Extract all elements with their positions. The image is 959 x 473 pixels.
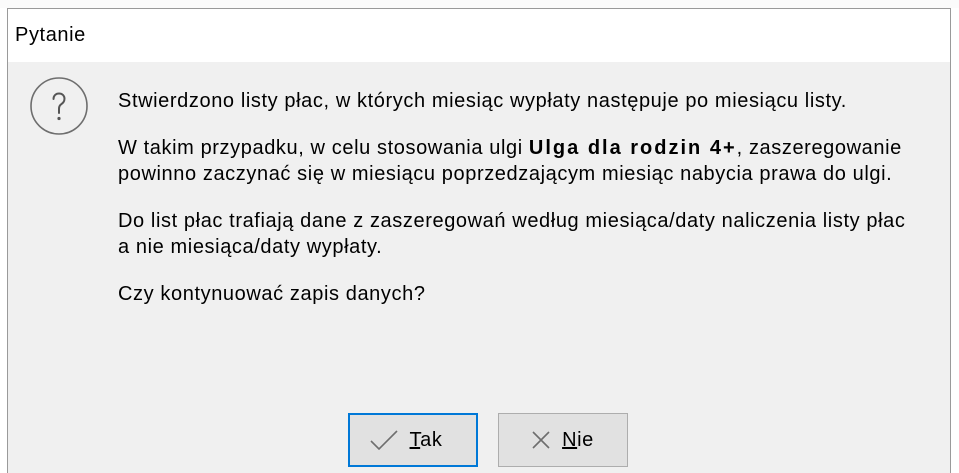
dialog-title: Pytanie [15, 24, 86, 46]
message-line: a nie miesiąca/daty wypłaty. [118, 236, 383, 258]
message-line: Do list płac trafiają dane z zaszeregowa… [118, 210, 906, 232]
question-mark-glyph [52, 92, 66, 114]
message-text-segment: W takim przypadku, w celu stosowania ulg… [118, 137, 529, 159]
message-text: Stwierdzono listy płac, w których miesią… [118, 88, 905, 307]
checkmark-icon [369, 430, 398, 450]
message-text-segment: , zaszeregowanie [736, 137, 902, 159]
message-paragraph-1: Stwierdzono listy płac, w których miesią… [118, 88, 905, 114]
relief-name-bold: Ulga dla rodzin 4+ [528, 137, 737, 159]
no-button[interactable]: Nie [498, 413, 628, 467]
message-question: Czy kontynuować zapis danych? [118, 281, 905, 307]
yes-button-label: Tak [409, 428, 443, 451]
yes-button[interactable]: Tak [348, 413, 478, 467]
message-line: Stwierdzono listy płac, w których miesią… [118, 90, 847, 112]
message-paragraph-2: W takim przypadku, w celu stosowania ulg… [118, 135, 905, 187]
message-paragraph-3: Do list płac trafiają dane z zaszeregowa… [118, 208, 905, 260]
dialog-content: Stwierdzono listy płac, w których miesią… [8, 62, 950, 473]
question-dialog: Pytanie Stwierdzono listy płac, w któryc… [7, 8, 951, 473]
no-button-label: Nie [562, 428, 594, 451]
background-window-strip [0, 0, 959, 8]
close-icon [532, 431, 550, 449]
checkmark-path [369, 430, 398, 450]
message-line: Czy kontynuować zapis danych? [118, 283, 426, 305]
message-line: powinno zaczynać się w miesiącu poprzedz… [118, 163, 893, 185]
checkmark-icon-graphic [369, 430, 398, 450]
title-bar[interactable]: Pytanie [8, 9, 950, 62]
question-mark-dot [57, 116, 61, 121]
close-icon-graphic [532, 431, 550, 449]
question-icon-graphic [30, 77, 88, 135]
close-path [532, 431, 550, 449]
question-icon [28, 75, 90, 137]
message-line-with-bold: W takim przypadku, w celu stosowania ulg… [118, 135, 905, 161]
